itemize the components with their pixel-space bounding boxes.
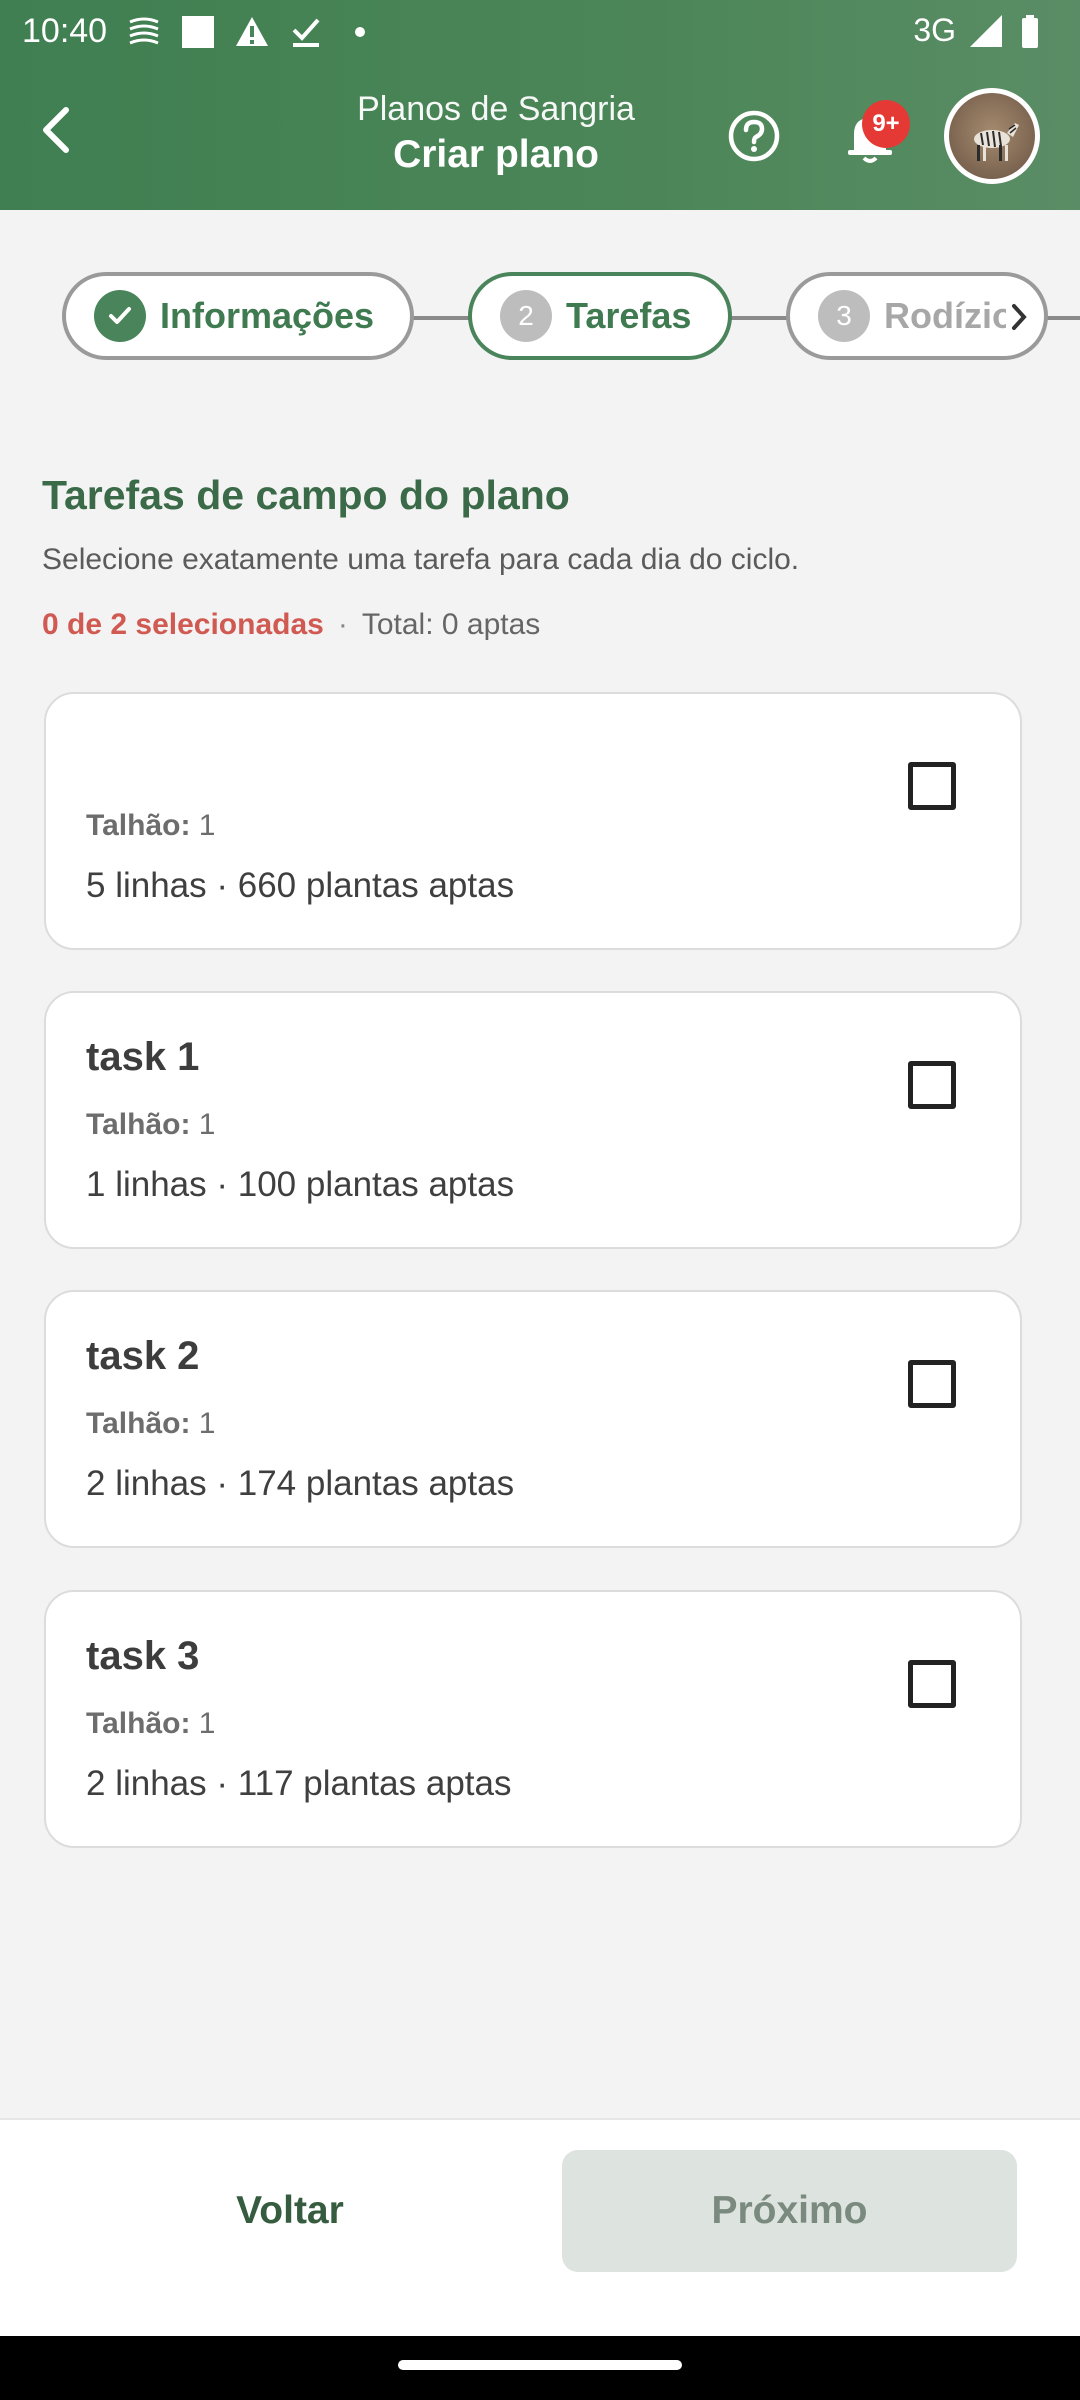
task-card[interactable]: task 2 Talhão: 1 2 linhas · 174 plantas … <box>44 1290 1022 1548</box>
status-right: 3G <box>913 12 1052 49</box>
step-label: Rodízio <box>884 295 1014 336</box>
step-label: Tarefas <box>566 295 692 336</box>
battery-icon <box>1022 14 1038 48</box>
talhao-label: Talhão: <box>86 809 191 842</box>
step-informacoes[interactable]: Informações <box>62 272 414 360</box>
task-stats: 2 linhas · 174 plantas aptas <box>86 1464 515 1503</box>
home-gesture-handle[interactable] <box>398 2360 682 2370</box>
status-notification-icons <box>126 14 378 50</box>
step-connector <box>410 316 470 320</box>
task-talhao: Talhão: 1 <box>86 1407 215 1441</box>
step-number: 2 <box>500 290 552 342</box>
section-title: Tarefas de campo do plano <box>42 472 570 518</box>
step-number: 3 <box>818 290 870 342</box>
back-button[interactable]: Voltar <box>150 2150 430 2272</box>
next-button[interactable]: Próximo <box>562 2150 1017 2272</box>
step-tarefas[interactable]: 2 Tarefas <box>468 272 732 360</box>
step-rodizio[interactable]: 3 Rodízio <box>786 272 1048 360</box>
check-icon <box>94 290 146 342</box>
page-title: Criar plano <box>393 133 599 176</box>
notification-badge: 9+ <box>862 100 910 148</box>
talhao-value: 1 <box>198 1707 216 1740</box>
talhao-value: 1 <box>198 1108 216 1141</box>
dot-icon <box>355 27 365 37</box>
task-name: task 1 <box>86 1035 200 1079</box>
task-checkbox[interactable] <box>908 1660 956 1708</box>
header-titles: Planos de Sangria Criar plano <box>300 90 692 177</box>
talhao-value: 1 <box>198 1407 216 1440</box>
talhao-label: Talhão: <box>86 1108 191 1141</box>
summary-separator: · <box>337 608 348 641</box>
download-done-icon <box>292 18 320 47</box>
back-arrow-icon[interactable] <box>30 100 86 160</box>
task-name: task 2 <box>86 1334 200 1378</box>
total-apt: Total: 0 aptas <box>361 608 541 641</box>
step-connector <box>728 316 788 320</box>
status-time: 10:40 <box>22 12 108 50</box>
task-card[interactable]: Talhão: 1 5 linhas · 660 plantas aptas <box>44 692 1022 950</box>
system-navigation-bar <box>0 2336 1080 2400</box>
task-talhao: Talhão: 1 <box>86 1108 215 1142</box>
signal-icon <box>970 14 1002 47</box>
app-header: 10:40 3G Planos de Sangria Criar plano 9… <box>0 0 1080 210</box>
help-icon[interactable] <box>726 108 782 164</box>
header-supertitle: Planos de Sangria <box>357 90 635 128</box>
notification-lines-icon <box>129 17 159 45</box>
talhao-label: Talhão: <box>86 1407 191 1440</box>
step-connector <box>1046 316 1080 320</box>
section-subtitle: Selecione exatamente uma tarefa para cad… <box>42 543 800 576</box>
selection-summary: 0 de 2 selecionadas · Total: 0 aptas <box>42 608 540 642</box>
network-type: 3G <box>913 12 956 48</box>
footer-actions: Voltar Próximo <box>0 2118 1080 2336</box>
task-card[interactable]: task 1 Talhão: 1 1 linhas · 100 plantas … <box>44 991 1022 1249</box>
plan-stepper: Informações 2 Tarefas 3 Rodízio <box>0 270 1080 366</box>
selected-count: 0 de 2 selecionadas <box>42 608 324 641</box>
talhao-label: Talhão: <box>86 1707 191 1740</box>
user-avatar[interactable] <box>944 88 1040 184</box>
task-checkbox[interactable] <box>908 1360 956 1408</box>
task-card[interactable]: task 3 Talhão: 1 2 linhas · 117 plantas … <box>44 1590 1022 1848</box>
status-bar: 10:40 3G <box>0 0 1080 64</box>
task-checkbox[interactable] <box>908 1061 956 1109</box>
task-stats: 1 linhas · 100 plantas aptas <box>86 1165 515 1204</box>
task-stats: 2 linhas · 117 plantas aptas <box>86 1764 512 1803</box>
task-checkbox[interactable] <box>908 762 956 810</box>
zebra-avatar-image <box>974 123 1019 161</box>
warning-icon <box>236 17 268 46</box>
talhao-value: 1 <box>198 809 216 842</box>
task-name: task 3 <box>86 1634 200 1678</box>
step-label: Informações <box>160 295 375 336</box>
task-talhao: Talhão: 1 <box>86 809 215 843</box>
task-stats: 5 linhas · 660 plantas aptas <box>86 866 515 905</box>
square-notification-icon <box>182 16 214 48</box>
task-talhao: Talhão: 1 <box>86 1707 215 1741</box>
chevron-right-icon[interactable] <box>1006 300 1032 334</box>
